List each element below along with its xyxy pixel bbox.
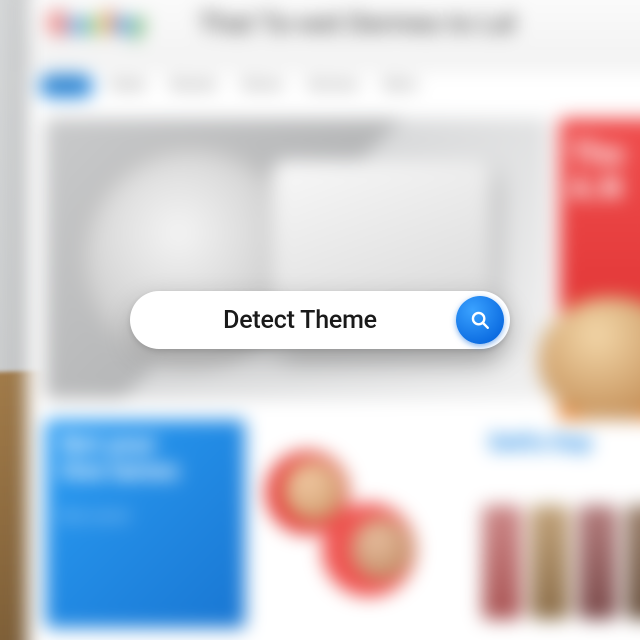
site-tagline: That Ta-wet Dermes to Lal	[198, 8, 632, 39]
collage-face	[351, 518, 413, 580]
promo-card-collage[interactable]	[260, 420, 460, 628]
cards-row: Not your One lames then sorred Sett'a So…	[45, 420, 640, 628]
site-header: Gociley That Ta-wet Dermes to Lal	[27, 0, 640, 70]
search-button[interactable]	[456, 296, 504, 344]
collage-face	[283, 459, 345, 521]
person-thumb	[626, 505, 640, 619]
side-promo: Tho A.N	[559, 118, 640, 430]
nav-item[interactable]: Home	[45, 77, 84, 106]
nav-item[interactable]: Stores	[241, 77, 283, 106]
search-icon	[469, 309, 491, 331]
promo-card-title: Sett'a Sop	[488, 430, 591, 456]
nav-item[interactable]: Brands	[171, 77, 216, 106]
person-thumb	[578, 505, 618, 619]
promo-card-sub: then sorred	[60, 509, 128, 525]
nav-item[interactable]: Deals	[110, 77, 146, 106]
search-bar[interactable]: Detect Theme	[130, 291, 510, 349]
side-promo-line: Tho	[570, 137, 640, 171]
site-logo: Gociley	[48, 6, 145, 42]
promo-card-blue[interactable]: Not your One lames then sorred	[45, 420, 245, 628]
site-nav: Home Deals Brands Stores Devices More	[45, 77, 640, 106]
side-promo-line: A.N	[570, 171, 640, 205]
side-promo-graphic	[538, 297, 640, 422]
promo-card-white[interactable]: Sett'a Sop	[474, 420, 640, 628]
hero-banner	[45, 118, 548, 399]
nav-item[interactable]: More	[383, 77, 417, 106]
promo-title-line: One lames	[60, 458, 179, 485]
promo-title-line: Not your	[60, 430, 179, 457]
search-input[interactable]: Detect Theme	[154, 306, 456, 335]
people-strip	[482, 505, 640, 619]
promo-card-title: Not your One lames	[60, 430, 179, 485]
nav-item[interactable]: Devices	[308, 77, 359, 106]
person-thumb	[482, 505, 522, 619]
scene: Gociley That Ta-wet Dermes to Lal Home D…	[0, 0, 640, 640]
person-thumb	[530, 505, 570, 619]
